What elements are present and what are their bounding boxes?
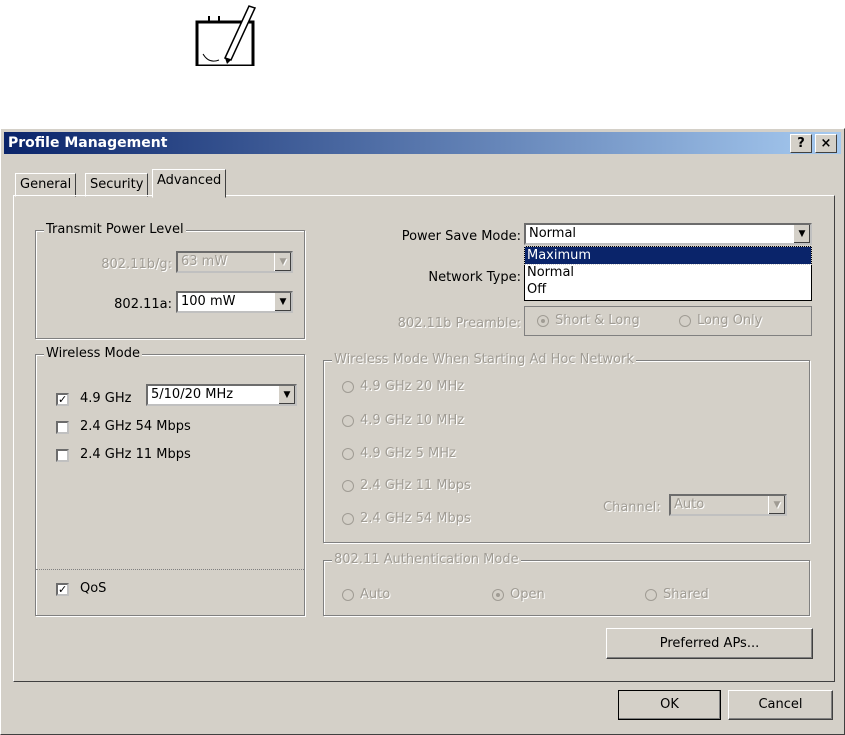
radio-adhoc-1 <box>342 381 354 393</box>
bandwidth-combo[interactable]: 5/10/20 MHz ▼ <box>146 384 297 406</box>
adhoc-option: 2.4 GHz 11 Mbps <box>360 478 471 493</box>
auth-open-label: Open <box>510 587 545 602</box>
radio-short-long <box>537 315 549 327</box>
preamble-label: 802.11b Preamble: <box>397 316 521 331</box>
chevron-down-icon: ▼ <box>274 253 291 271</box>
radio-long-only <box>679 315 691 327</box>
label-2-4ghz-11: 2.4 GHz 11 Mbps <box>80 447 191 462</box>
adhoc-option: 2.4 GHz 54 Mbps <box>360 511 471 526</box>
divider <box>36 569 304 570</box>
cancel-button[interactable]: Cancel <box>728 690 833 720</box>
checkbox-2-4ghz-11[interactable] <box>56 449 69 462</box>
tab-advanced[interactable]: Advanced <box>152 169 227 198</box>
radio-adhoc-5 <box>342 513 354 525</box>
transmit-power-group: Transmit Power Level 802.11b/g: 63 mW ▼ 8… <box>35 222 305 339</box>
wireless-mode-group: Wireless Mode ✓ 4.9 GHz 5/10/20 MHz ▼ 2.4… <box>35 346 305 616</box>
radio-auth-shared <box>645 589 657 601</box>
a-power-combo[interactable]: 100 mW ▼ <box>176 291 293 313</box>
advanced-panel: Transmit Power Level 802.11b/g: 63 mW ▼ 8… <box>13 195 835 682</box>
chevron-down-icon[interactable]: ▼ <box>793 225 810 243</box>
chevron-down-icon: ▼ <box>768 496 785 514</box>
a-label: 802.11a: <box>114 297 172 312</box>
label-2-4ghz-54: 2.4 GHz 54 Mbps <box>80 419 191 434</box>
power-save-dropdown-list: Maximum Normal Off <box>524 246 812 301</box>
chevron-down-icon: ▼ <box>274 293 291 311</box>
option-normal[interactable]: Normal <box>525 264 811 281</box>
tab-security[interactable]: Security <box>85 173 149 197</box>
bg-label: 802.11b/g: <box>101 257 172 272</box>
radio-adhoc-2 <box>342 415 354 427</box>
checkbox-4-9ghz[interactable]: ✓ <box>56 393 69 406</box>
long-only-label: Long Only <box>697 313 763 328</box>
bg-power-combo: 63 mW ▼ <box>176 251 293 273</box>
preamble-box: Short & Long Long Only <box>524 306 812 336</box>
adhoc-group: Wireless Mode When Starting Ad Hoc Netwo… <box>323 352 810 543</box>
label-qos: QoS <box>80 581 107 596</box>
checkbox-2-4ghz-54[interactable] <box>56 421 69 434</box>
profile-management-dialog: Profile Management ? × General Security … <box>0 128 845 735</box>
tab-general[interactable]: General <box>15 173 77 197</box>
radio-auth-open <box>492 589 504 601</box>
channel-label: Channel: <box>603 500 661 515</box>
adhoc-option: 4.9 GHz 5 MHz <box>360 446 456 461</box>
adhoc-legend: Wireless Mode When Starting Ad Hoc Netwo… <box>332 352 636 367</box>
radio-auth-auto <box>342 589 354 601</box>
radio-adhoc-3 <box>342 448 354 460</box>
transmit-power-legend: Transmit Power Level <box>44 222 186 237</box>
adhoc-option: 4.9 GHz 20 MHz <box>360 379 465 394</box>
auth-auto-label: Auto <box>360 587 391 602</box>
chevron-down-icon: ▼ <box>278 386 295 404</box>
option-off[interactable]: Off <box>525 281 811 298</box>
power-save-combo[interactable]: Normal ▼ <box>524 223 812 245</box>
checkbox-qos[interactable]: ✓ <box>56 583 69 596</box>
short-long-label: Short & Long <box>555 313 640 328</box>
power-save-label: Power Save Mode: <box>401 229 521 244</box>
window-title: Profile Management <box>8 135 168 151</box>
ok-button[interactable]: OK <box>618 690 721 720</box>
radio-adhoc-4 <box>342 480 354 492</box>
help-button[interactable]: ? <box>790 134 812 153</box>
option-maximum[interactable]: Maximum <box>524 246 812 265</box>
note-icon <box>195 2 257 68</box>
auth-shared-label: Shared <box>663 587 709 602</box>
adhoc-option: 4.9 GHz 10 MHz <box>360 413 465 428</box>
label-4-9ghz: 4.9 GHz <box>80 391 132 406</box>
preferred-aps-button[interactable]: Preferred APs... <box>606 628 813 659</box>
channel-combo: Auto ▼ <box>669 494 787 516</box>
auth-mode-group: 802.11 Authentication Mode Auto Open Sha… <box>323 552 810 616</box>
title-bar: Profile Management ? × <box>4 132 841 154</box>
close-button[interactable]: × <box>815 134 837 153</box>
auth-legend: 802.11 Authentication Mode <box>332 552 521 567</box>
network-type-label: Network Type: <box>428 270 521 285</box>
wireless-mode-legend: Wireless Mode <box>44 346 142 361</box>
